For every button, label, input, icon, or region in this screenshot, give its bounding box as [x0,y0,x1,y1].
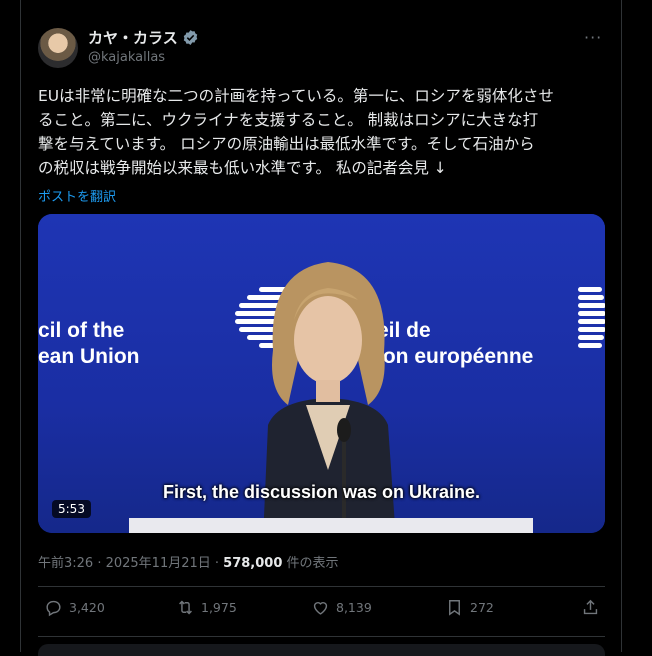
like-button[interactable]: 8,139 [311,598,372,617]
verified-badge-icon[interactable] [182,29,199,46]
more-options-icon[interactable]: ··· [584,28,602,47]
reply-icon [46,600,61,617]
bookmark-button[interactable]: 272 [445,598,494,617]
repost-icon [179,600,192,615]
bookmark-count: 272 [470,600,494,615]
repost-button[interactable]: 1,975 [176,598,237,617]
repost-count: 1,975 [201,600,237,615]
sign-line: cil of the [38,319,125,342]
post-meta: 午前3:26 · 2025年11月21日 · 578,000 件の表示 [38,552,339,571]
video-duration-badge: 5:53 [52,500,91,518]
tweet-line: ること。第二に、ウクライナを支援すること。 制裁はロシアに大きな打 [38,111,539,129]
video-player[interactable]: cil of the ean Union eil de ion européen… [38,214,605,533]
column-border-right [621,0,622,652]
like-count: 8,139 [336,600,372,615]
view-count-suffix: 件の表示 [282,556,339,571]
tweet-line: 撃を与えています。 ロシアの原油輸出は最低水準です。そして石油から [38,135,535,153]
author-handle[interactable]: @kajakallas [88,50,165,65]
tweet-line: EUは非常に明確な二つの計画を持っている。第一に、ロシアを弱体化させ [38,87,554,105]
tweet-text: EUは非常に明確な二つの計画を持っている。第一に、ロシアを弱体化させ ること。第… [38,84,610,180]
author-avatar[interactable] [38,28,78,68]
video-caption: First, the discussion was on Ukraine. [162,482,481,502]
divider [38,586,605,587]
divider [38,636,605,637]
reply-composer-edge [38,644,605,656]
translate-post-link[interactable]: ポストを翻訳 [38,186,116,205]
heart-icon [313,602,328,615]
eu-council-logo-right [578,284,605,368]
reply-button[interactable]: 3,420 [44,598,105,617]
share-icon [583,599,598,615]
post-timestamp[interactable]: 午前3:26 · 2025年11月21日 · [38,556,223,571]
action-bar: 3,420 1,975 8,139 272 [38,598,605,624]
share-button[interactable] [581,598,600,617]
author-name[interactable]: カヤ・カラス [88,27,178,48]
sign-line: ean Union [38,345,140,368]
view-count[interactable]: 578,000 [223,556,282,571]
column-border-left [20,0,21,652]
author-name-row: カヤ・カラス [88,27,199,48]
backdrop-sign-left: cil of the ean Union [38,318,140,370]
tweet-line: の税収は戦争開始以来最も低い水準です。 私の記者会見 ↓ [38,159,447,177]
reply-count: 3,420 [69,600,105,615]
podium [129,518,533,533]
bookmark-icon [449,600,460,616]
